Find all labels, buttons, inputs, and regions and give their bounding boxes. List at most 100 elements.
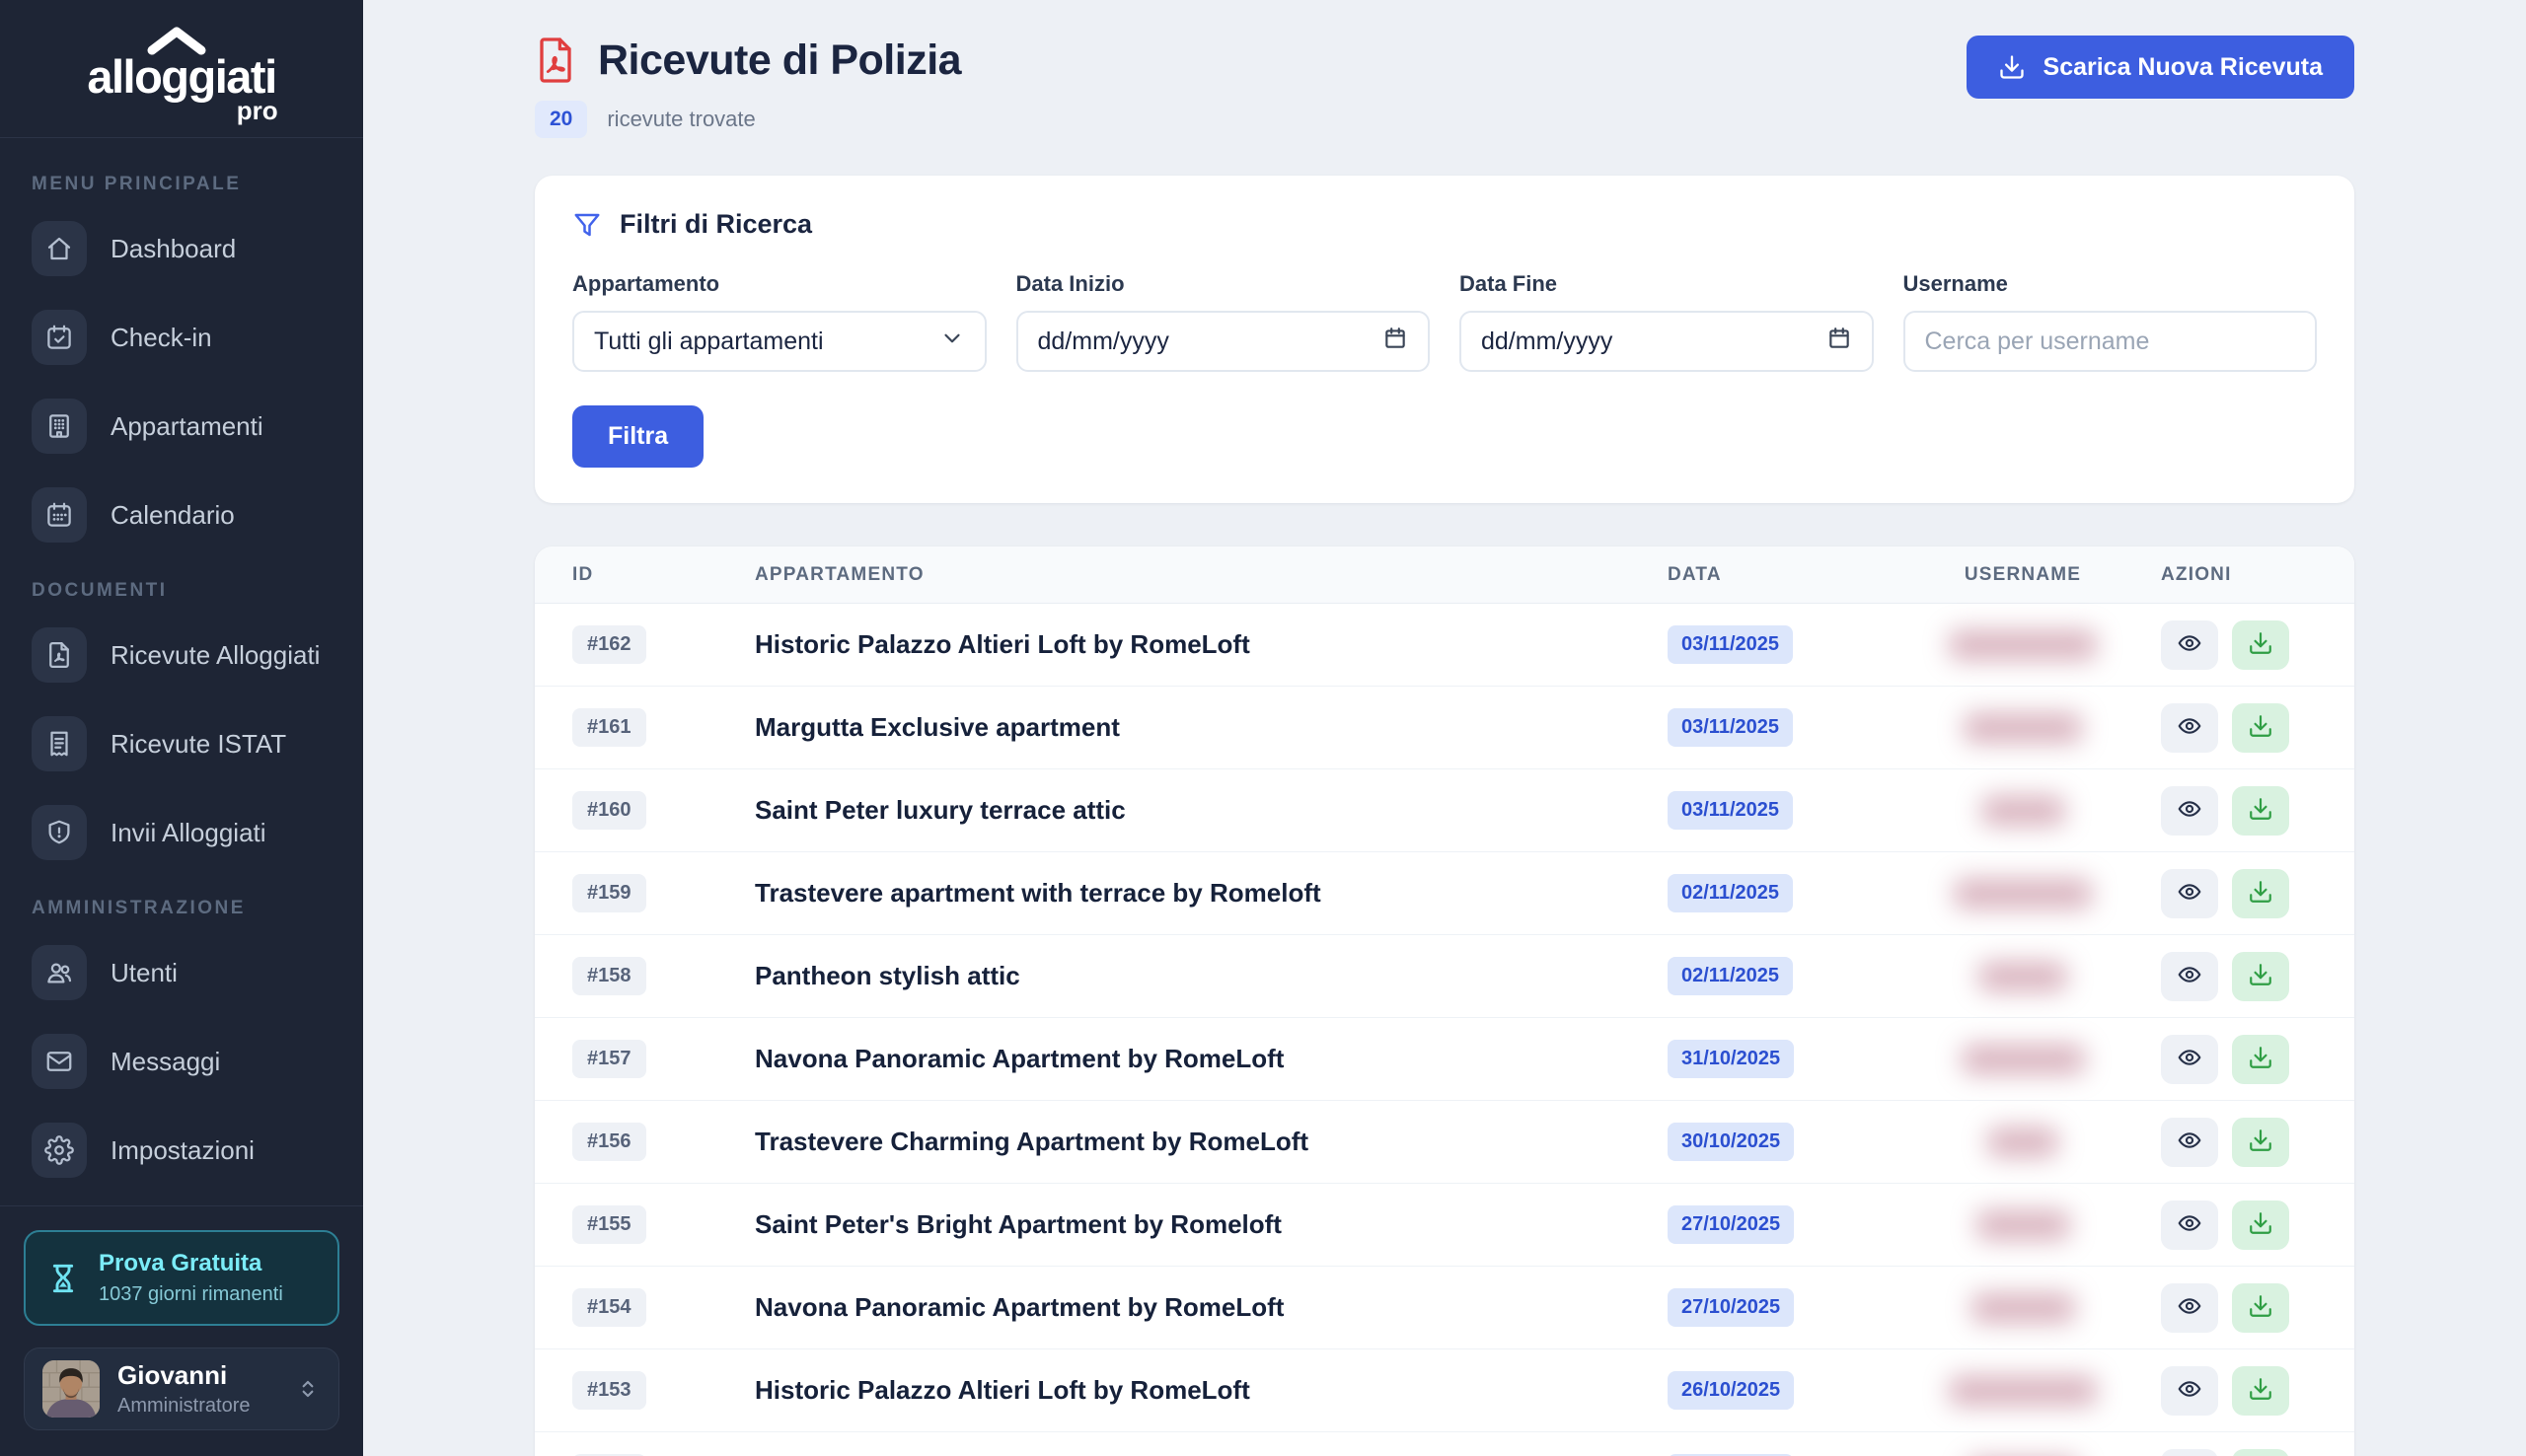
row-date-cell: 30/10/2025	[1668, 1123, 1885, 1161]
view-receipt-button[interactable]	[2161, 951, 2218, 1001]
logo[interactable]: alloggiati pro	[0, 0, 363, 138]
sidebar-item-label: Ricevute Alloggiati	[111, 639, 321, 670]
row-id-cell: #155	[572, 1205, 755, 1244]
row-date-cell: 03/11/2025	[1668, 625, 1885, 664]
filters-card: Filtri di Ricerca Appartamento Tutti gli …	[535, 176, 2354, 503]
sidebar-item-appartamenti[interactable]: Appartamenti	[26, 387, 337, 466]
date-badge: 31/10/2025	[1668, 1040, 1795, 1078]
username-search-input[interactable]	[1924, 327, 2295, 356]
date-badge: 26/10/2025	[1668, 1371, 1795, 1410]
calendar-check-icon	[32, 310, 87, 365]
eye-icon	[2177, 1045, 2202, 1073]
date-badge: 27/10/2025	[1668, 1205, 1795, 1244]
row-id-cell: #158	[572, 957, 755, 995]
view-receipt-button[interactable]	[2161, 1117, 2218, 1167]
eye-icon	[2177, 1128, 2202, 1156]
row-id-badge: #162	[572, 625, 646, 664]
download-receipt-button[interactable]	[2232, 702, 2289, 753]
download-receipt-button[interactable]	[2232, 785, 2289, 836]
row-actions	[2161, 702, 2317, 753]
download-icon	[2248, 1376, 2273, 1405]
apartment-name: Pantheon stylish attic	[755, 961, 1020, 990]
sidebar-item-utenti[interactable]: Utenti	[26, 933, 337, 1012]
row-id-badge: #156	[572, 1123, 646, 1161]
download-receipt-button[interactable]	[2232, 1034, 2289, 1084]
filter-field-username: Username	[1902, 271, 2317, 372]
username-cell	[1885, 1044, 2161, 1074]
view-receipt-button[interactable]	[2161, 1282, 2218, 1333]
sidebar-item-impostazioni[interactable]: Impostazioni	[26, 1111, 337, 1190]
nav-section-label-documenti: DOCUMENTI	[32, 580, 168, 601]
download-icon	[2248, 713, 2273, 742]
row-date-cell: 27/10/2025	[1668, 1288, 1885, 1327]
username-redacted	[1961, 1044, 2085, 1074]
chevron-down-icon	[939, 326, 965, 358]
apartment-select[interactable]: Tutti gli appartamenti	[572, 311, 987, 372]
filter-field-label: Data Inizio	[1015, 271, 1125, 296]
download-receipt-button[interactable]	[2232, 868, 2289, 918]
sidebar-item-label: Calendario	[111, 499, 235, 530]
date-badge: 03/11/2025	[1668, 708, 1793, 747]
view-receipt-button[interactable]	[2161, 702, 2218, 753]
sidebar: alloggiati pro MENU PRINCIPALE Dashboard C…	[0, 0, 363, 1456]
row-actions	[2161, 1365, 2317, 1416]
view-receipt-button[interactable]	[2161, 1034, 2218, 1084]
sidebar-item-label: Appartamenti	[111, 410, 263, 441]
table-row: #156 Trastevere Charming Apartment by Rom…	[535, 1101, 2354, 1184]
shield-icon	[32, 805, 87, 860]
download-receipt-button[interactable]	[2232, 1117, 2289, 1167]
username-cell	[1885, 1292, 2161, 1323]
sidebar-item-ricevute-istat[interactable]: Ricevute ISTAT	[26, 704, 337, 783]
row-actions	[2161, 1200, 2317, 1250]
row-id-badge: #157	[572, 1040, 646, 1078]
page-title: Ricevute di Polizia	[598, 36, 962, 84]
view-receipt-button[interactable]	[2161, 1200, 2218, 1250]
data-fine-date-input[interactable]: dd/mm/yyyy	[1459, 311, 1874, 372]
apartment-name: Navona Panoramic Apartment by RomeLoft	[755, 1292, 1285, 1322]
eye-icon	[2177, 630, 2202, 659]
download-icon	[2248, 879, 2273, 908]
sidebar-item-invii-alloggiati[interactable]: Invii Alloggiati	[26, 793, 337, 872]
sidebar-item-label: Check-in	[111, 322, 212, 352]
view-receipt-button[interactable]	[2161, 1365, 2218, 1416]
sidebar-nav: MENU PRINCIPALE Dashboard Check-in Appartam…	[0, 138, 363, 1205]
download-receipt-button[interactable]	[2232, 1448, 2289, 1456]
calendar-icon	[1826, 326, 1852, 358]
eye-icon	[2177, 1293, 2202, 1322]
view-receipt-button[interactable]	[2161, 868, 2218, 918]
download-new-receipt-label: Scarica Nuova Ricevuta	[2043, 52, 2323, 81]
sidebar-item-check-in[interactable]: Check-in	[26, 298, 337, 377]
row-date-cell: 03/11/2025	[1668, 791, 1885, 830]
download-new-receipt-button[interactable]: Scarica Nuova Ricevuta	[1966, 36, 2354, 99]
profile-name: Giovanni	[117, 1360, 228, 1390]
table-row: #154 Navona Panoramic Apartment by RomeLo…	[535, 1267, 2354, 1349]
apartment-name: Trastevere Charming Apartment by RomeLof…	[755, 1127, 1309, 1156]
data-inizio-date-input[interactable]: dd/mm/yyyy	[1015, 311, 1430, 372]
table-row: #162 Historic Palazzo Altieri Loft by Rom…	[535, 604, 2354, 687]
view-receipt-button[interactable]	[2161, 785, 2218, 836]
sidebar-item-ricevute-alloggiati[interactable]: Ricevute Alloggiati	[26, 616, 337, 694]
download-receipt-button[interactable]	[2232, 1200, 2289, 1250]
sidebar-item-messaggi[interactable]: Messaggi	[26, 1022, 337, 1101]
column-header-username: USERNAME	[1964, 563, 2082, 585]
username-cell	[1885, 795, 2161, 826]
apply-filters-button[interactable]: Filtra	[572, 405, 705, 468]
table-row: #159 Trastevere apartment with terrace by…	[535, 852, 2354, 935]
download-receipt-button[interactable]	[2232, 1365, 2289, 1416]
row-id-badge: #159	[572, 874, 646, 912]
download-receipt-button[interactable]	[2232, 951, 2289, 1001]
calendar-icon	[1382, 326, 1408, 358]
sidebar-item-calendario[interactable]: Calendario	[26, 475, 337, 554]
sidebar-item-dashboard[interactable]: Dashboard	[26, 209, 337, 288]
download-receipt-button[interactable]	[2232, 1282, 2289, 1333]
apartment-name: Navona Panoramic Apartment by RomeLoft	[755, 1044, 1285, 1073]
row-id-badge: #158	[572, 957, 646, 995]
username-redacted	[1949, 629, 2097, 660]
view-receipt-button[interactable]	[2161, 619, 2218, 670]
profile-menu[interactable]: Giovanni Amministratore	[24, 1347, 339, 1430]
row-id-badge: #155	[572, 1205, 646, 1244]
download-receipt-button[interactable]	[2232, 619, 2289, 670]
view-receipt-button[interactable]	[2161, 1448, 2218, 1456]
date-badge: 02/11/2025	[1668, 957, 1793, 995]
hourglass-icon	[52, 1264, 74, 1292]
